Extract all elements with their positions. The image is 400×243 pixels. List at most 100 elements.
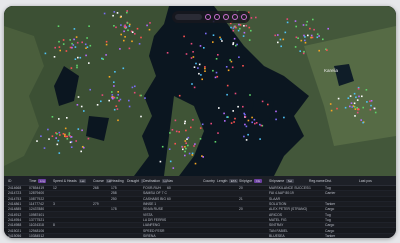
column-header[interactable]: Shiptype Cls xyxy=(239,178,269,183)
ship-marker[interactable] xyxy=(330,109,333,112)
ship-marker[interactable] xyxy=(80,150,82,153)
settings-icon[interactable] xyxy=(205,14,211,20)
ship-marker[interactable] xyxy=(260,124,263,127)
ship-marker[interactable] xyxy=(193,86,196,89)
ship-marker[interactable] xyxy=(131,40,133,43)
ship-marker[interactable] xyxy=(134,85,136,88)
ship-marker[interactable] xyxy=(100,100,102,103)
ship-marker[interactable] xyxy=(202,156,204,158)
ship-marker[interactable] xyxy=(250,29,252,32)
ship-marker[interactable] xyxy=(356,111,359,114)
ship-marker[interactable] xyxy=(279,38,282,41)
ship-marker[interactable] xyxy=(136,27,139,30)
ship-marker[interactable] xyxy=(76,104,79,106)
ship-marker[interactable] xyxy=(102,58,104,60)
ship-marker[interactable] xyxy=(128,99,130,102)
ship-marker[interactable] xyxy=(126,22,129,24)
ship-marker[interactable] xyxy=(366,101,368,103)
ship-marker[interactable] xyxy=(171,129,174,131)
ship-marker[interactable] xyxy=(295,36,298,39)
ship-marker[interactable] xyxy=(186,138,188,140)
ship-marker[interactable] xyxy=(201,123,204,126)
ship-marker[interactable] xyxy=(267,103,269,106)
ship-marker[interactable] xyxy=(144,97,146,99)
ship-tracking-map[interactable]: Karelia xyxy=(4,6,396,176)
ship-marker[interactable] xyxy=(239,24,242,26)
ship-marker[interactable] xyxy=(307,34,309,37)
ship-marker[interactable] xyxy=(116,12,119,14)
ship-marker[interactable] xyxy=(226,116,228,118)
ship-marker[interactable] xyxy=(242,105,244,108)
ship-marker[interactable] xyxy=(311,36,314,39)
ship-marker[interactable] xyxy=(210,122,212,125)
ship-marker[interactable] xyxy=(119,98,122,101)
ship-marker[interactable] xyxy=(369,108,372,111)
ship-marker[interactable] xyxy=(239,27,241,30)
ship-marker[interactable] xyxy=(64,127,67,130)
ship-marker[interactable] xyxy=(347,97,350,99)
ship-marker[interactable] xyxy=(123,39,125,42)
column-filter-chip[interactable]: Lat xyxy=(78,178,86,183)
ship-marker[interactable] xyxy=(185,129,187,132)
ship-marker[interactable] xyxy=(235,26,237,29)
ship-marker[interactable] xyxy=(204,70,206,72)
ship-marker[interactable] xyxy=(243,25,245,27)
ship-marker[interactable] xyxy=(77,56,79,59)
ship-marker[interactable] xyxy=(233,121,235,123)
ship-marker[interactable] xyxy=(76,41,79,44)
ship-marker[interactable] xyxy=(294,46,297,48)
ship-marker[interactable] xyxy=(187,144,189,147)
ship-marker[interactable] xyxy=(303,34,305,37)
ship-marker[interactable] xyxy=(283,116,285,119)
ship-marker[interactable] xyxy=(284,31,287,34)
ship-marker[interactable] xyxy=(73,28,76,30)
ship-marker[interactable] xyxy=(305,24,308,26)
ship-marker[interactable] xyxy=(235,44,237,47)
ship-marker[interactable] xyxy=(70,67,73,69)
ship-marker[interactable] xyxy=(47,128,49,131)
ship-marker[interactable] xyxy=(77,96,80,98)
ship-marker[interactable] xyxy=(259,123,261,126)
ship-marker[interactable] xyxy=(215,58,218,60)
ship-marker[interactable] xyxy=(184,120,186,123)
ship-marker[interactable] xyxy=(282,38,285,41)
ship-marker[interactable] xyxy=(299,50,301,52)
ship-marker[interactable] xyxy=(54,46,56,49)
ship-marker[interactable] xyxy=(304,41,307,44)
ship-marker[interactable] xyxy=(199,45,202,47)
ship-marker[interactable] xyxy=(349,95,352,97)
ship-marker[interactable] xyxy=(251,121,253,124)
ship-marker[interactable] xyxy=(194,162,197,165)
ship-marker[interactable] xyxy=(232,43,234,46)
ship-marker[interactable] xyxy=(113,25,115,27)
ship-marker[interactable] xyxy=(84,43,87,46)
ship-marker[interactable] xyxy=(212,41,214,43)
ship-marker[interactable] xyxy=(251,116,253,119)
ship-marker[interactable] xyxy=(326,49,328,51)
ship-marker[interactable] xyxy=(131,31,134,33)
ship-marker[interactable] xyxy=(295,25,297,28)
column-header[interactable]: ID xyxy=(8,179,29,183)
map-canvas[interactable] xyxy=(4,6,396,176)
ship-marker[interactable] xyxy=(108,76,111,78)
ship-marker[interactable] xyxy=(108,99,110,102)
ship-marker[interactable] xyxy=(159,160,162,163)
ship-marker[interactable] xyxy=(188,152,191,155)
ship-marker[interactable] xyxy=(117,91,119,93)
ship-marker[interactable] xyxy=(226,84,229,87)
ship-marker[interactable] xyxy=(230,122,233,124)
ship-marker[interactable] xyxy=(115,105,118,107)
ship-marker[interactable] xyxy=(336,107,338,110)
ship-marker[interactable] xyxy=(48,138,50,140)
ship-marker[interactable] xyxy=(128,105,131,108)
ship-marker[interactable] xyxy=(193,66,196,68)
column-header[interactable]: Speed & Heads Lat xyxy=(53,178,93,183)
ship-marker[interactable] xyxy=(126,10,128,12)
ship-marker[interactable] xyxy=(318,49,320,52)
ship-marker[interactable] xyxy=(244,123,246,126)
ship-marker[interactable] xyxy=(89,44,92,47)
ship-marker[interactable] xyxy=(83,146,85,149)
ship-marker[interactable] xyxy=(274,34,276,37)
ship-marker[interactable] xyxy=(123,30,125,33)
column-filter-chip[interactable]: Lng xyxy=(38,178,47,183)
